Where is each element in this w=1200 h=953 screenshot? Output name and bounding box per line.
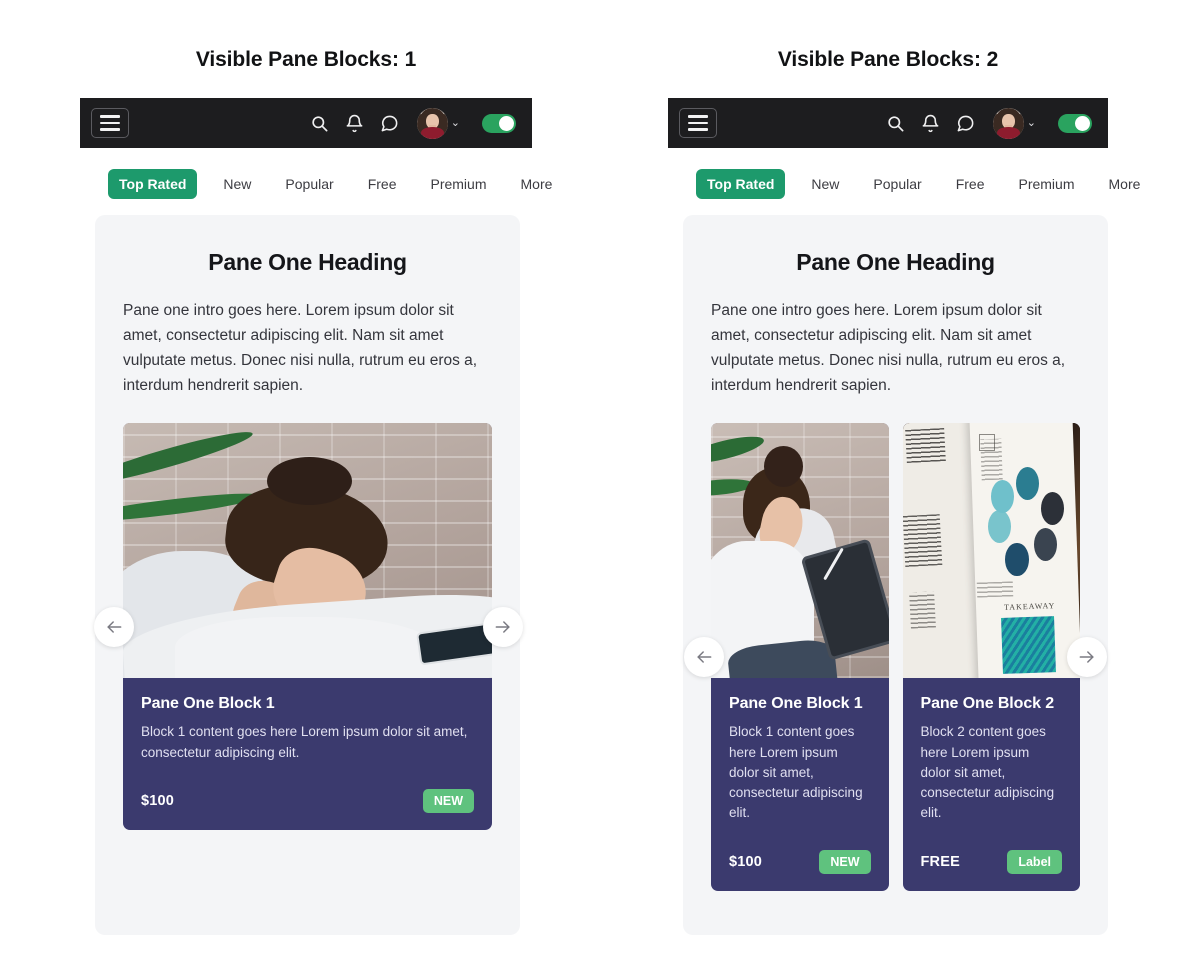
book-takeaway-label: TAKEAWAY (1003, 601, 1056, 612)
tab-free[interactable]: Free (939, 176, 1002, 192)
pane-title: Visible Pane Blocks: 1 (195, 48, 417, 71)
status-badge[interactable]: NEW (422, 788, 474, 814)
tab-more[interactable]: More (504, 176, 570, 192)
navbar-icon-group: ⌄ (886, 107, 1092, 139)
woman-reading-on-bed-photo (123, 423, 492, 679)
block-carousel: Pane One Block 1 Block 1 content goes he… (684, 423, 1107, 892)
hamburger-menu-icon[interactable] (91, 108, 129, 138)
status-badge[interactable]: NEW (819, 849, 871, 875)
block-carousel: Pane One Block 1 Block 1 content goes he… (94, 423, 523, 831)
card-image (123, 423, 492, 679)
tab-premium[interactable]: Premium (1001, 176, 1091, 192)
arrow-right-icon[interactable] (483, 606, 523, 647)
tab-top-rated[interactable]: Top Rated (108, 169, 198, 199)
pane-content: Pane One Heading Pane one intro goes her… (94, 215, 523, 935)
card-image: TAKEAWAY (902, 423, 1080, 679)
bell-icon[interactable] (921, 114, 940, 133)
hamburger-menu-icon[interactable] (679, 108, 717, 138)
tab-new[interactable]: New (794, 176, 856, 192)
pane-content: Pane One Heading Pane one intro goes her… (683, 215, 1108, 935)
pane-heading: Pane One Heading (208, 249, 407, 275)
card-description: Block 1 content goes here Lorem ipsum do… (141, 724, 468, 760)
pane-heading: Pane One Heading (796, 249, 995, 275)
user-menu[interactable]: ⌄ (416, 107, 460, 139)
pane-intro-text: Pane one intro goes here. Lorem ipsum do… (123, 302, 478, 395)
card-price: $100 (141, 793, 175, 810)
tab-top-rated[interactable]: Top Rated (696, 169, 786, 199)
card-title: Pane One Block 2 (920, 695, 1055, 713)
tab-more[interactable]: More (1092, 176, 1158, 192)
block-card[interactable]: Pane One Block 1 Block 1 content goes he… (711, 423, 889, 892)
avatar[interactable] (992, 107, 1024, 139)
device-frame: ⌄ Top Rated New Popular Free Premium Mor… (668, 98, 1140, 935)
search-icon[interactable] (310, 114, 329, 133)
card-footer: $100 NEW (141, 788, 474, 814)
card-body: Pane One Block 1 Block 1 content goes he… (711, 678, 889, 891)
tab-premium[interactable]: Premium (413, 176, 503, 192)
search-icon[interactable] (886, 114, 905, 133)
chat-bubble-icon[interactable] (956, 114, 975, 133)
status-badge[interactable]: Label (1007, 849, 1062, 875)
chevron-down-icon[interactable]: ⌄ (451, 117, 460, 129)
screenshot-root: Visible Pane Blocks: 1 ⌄ Top Rated New P… (0, 0, 1200, 953)
arrow-left-icon[interactable] (94, 606, 134, 647)
block-card[interactable]: TAKEAWAY Pane One Block 2 Block 2 conten… (902, 423, 1081, 892)
card-body: Pane One Block 1 Block 1 content goes he… (123, 678, 492, 830)
open-book-diagram-photo: TAKEAWAY (902, 423, 1080, 679)
avatar[interactable] (416, 107, 448, 139)
chat-bubble-icon[interactable] (380, 114, 399, 133)
card-price: $100 (729, 853, 763, 870)
card-list: Pane One Block 1 Block 1 content goes he… (123, 423, 492, 831)
card-body: Pane One Block 2 Block 2 content goes he… (903, 678, 1081, 891)
card-footer: FREE Label (920, 849, 1062, 875)
pane-title: Visible Pane Blocks: 2 (777, 48, 999, 71)
navbar-icon-group: ⌄ (310, 107, 516, 139)
tab-popular[interactable]: Popular (856, 176, 938, 192)
card-list: Pane One Block 1 Block 1 content goes he… (711, 423, 1081, 892)
pane-two-blocks: Visible Pane Blocks: 2 ⌄ Top Rated New P… (668, 0, 1140, 953)
card-description: Block 1 content goes here Lorem ipsum do… (729, 724, 863, 821)
pane-one-block: Visible Pane Blocks: 1 ⌄ Top Rated New P… (80, 0, 552, 953)
card-description: Block 2 content goes here Lorem ipsum do… (920, 724, 1055, 821)
tab-free[interactable]: Free (351, 176, 414, 192)
card-title: Pane One Block 1 (141, 695, 275, 713)
mode-toggle[interactable] (482, 113, 516, 133)
category-tabs: Top Rated New Popular Free Premium More (668, 148, 1140, 215)
user-menu[interactable]: ⌄ (992, 107, 1036, 139)
block-card[interactable]: Pane One Block 1 Block 1 content goes he… (123, 423, 492, 831)
pane-intro-text: Pane one intro goes here. Lorem ipsum do… (711, 302, 1066, 395)
tab-new[interactable]: New (206, 176, 268, 192)
arrow-left-icon[interactable] (684, 637, 724, 678)
mode-toggle[interactable] (1058, 113, 1092, 133)
tab-popular[interactable]: Popular (268, 176, 350, 192)
bell-icon[interactable] (345, 114, 364, 133)
card-image (711, 423, 889, 679)
arrow-right-icon[interactable] (1067, 637, 1107, 678)
category-tabs: Top Rated New Popular Free Premium More (80, 148, 552, 215)
app-navbar: ⌄ (668, 98, 1108, 148)
chevron-down-icon[interactable]: ⌄ (1027, 117, 1036, 129)
card-price: FREE (920, 853, 960, 870)
app-navbar: ⌄ (80, 98, 532, 148)
card-footer: $100 NEW (729, 849, 871, 875)
woman-with-tablet-photo (711, 423, 889, 679)
device-frame: ⌄ Top Rated New Popular Free Premium Mor… (80, 98, 552, 935)
card-title: Pane One Block 1 (729, 695, 863, 713)
